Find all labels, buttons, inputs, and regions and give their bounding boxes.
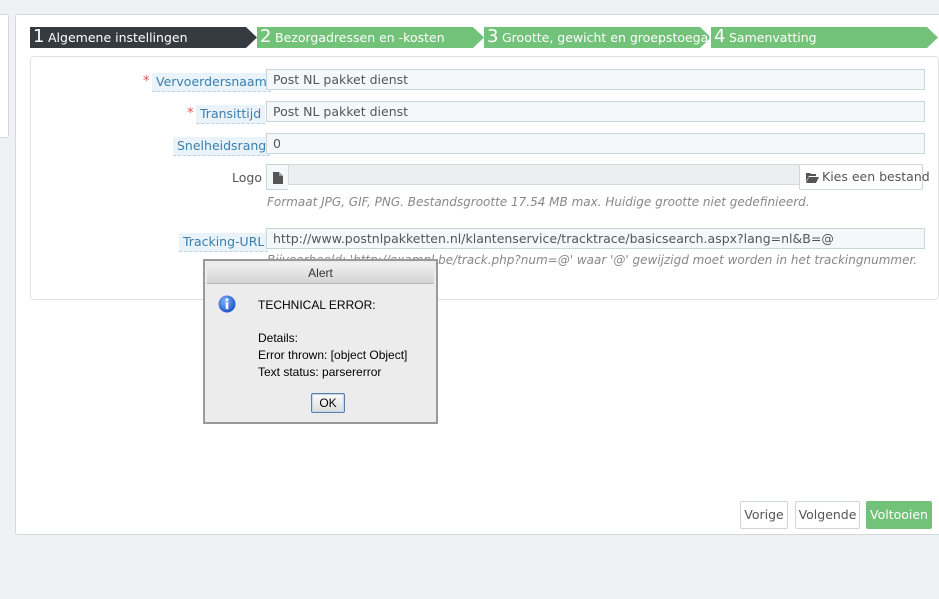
- step-number: 4: [714, 26, 726, 47]
- logo-file-field[interactable]: [288, 164, 800, 185]
- step-label: Bezorgadressen en -kosten: [275, 30, 445, 45]
- transit-time-input[interactable]: Post NL pakket dienst: [266, 101, 925, 122]
- tracking-url-input[interactable]: http://www.postnlpakketten.nl/klantenser…: [266, 228, 925, 249]
- previous-button[interactable]: Vorige: [740, 501, 788, 529]
- alert-error-line: Error thrown: [object Object]: [258, 348, 408, 362]
- alert-details-label: Details:: [258, 331, 299, 345]
- transit-time-label: Transittijd: [196, 105, 266, 124]
- required-marker: *: [187, 106, 194, 121]
- required-marker: *: [143, 74, 150, 89]
- choose-file-label: Kies een bestand: [822, 169, 930, 184]
- next-button[interactable]: Volgende: [795, 501, 860, 529]
- file-icon-box: [266, 164, 288, 190]
- side-panel-edge: [0, 14, 9, 138]
- step-label: Algemene instellingen: [48, 30, 188, 45]
- alert-ok-button[interactable]: OK: [311, 393, 345, 413]
- step-number: 2: [260, 26, 272, 47]
- speed-grade-label: Snelheidsrang: [173, 137, 271, 156]
- wizard-step-3[interactable]: 3 Grootte, gewicht en groepstoegang: [484, 26, 724, 48]
- finish-button[interactable]: Voltooien: [866, 501, 932, 529]
- alert-status-line: Text status: parsererror: [258, 365, 382, 379]
- wizard-step-1[interactable]: 1 Algemene instellingen: [30, 26, 259, 48]
- carrier-name-label: Vervoerdersnaam: [152, 73, 271, 92]
- wizard-step-4[interactable]: 4 Samenvatting: [711, 26, 939, 48]
- step-label: Grootte, gewicht en groepstoegang: [502, 30, 725, 45]
- carrier-name-input[interactable]: Post NL pakket dienst: [266, 69, 925, 90]
- logo-label: Logo: [232, 170, 262, 185]
- folder-open-icon: [806, 173, 819, 183]
- alert-heading: TECHNICAL ERROR:: [258, 298, 376, 312]
- speed-grade-input[interactable]: 0: [266, 133, 925, 154]
- step-label: Samenvatting: [729, 30, 817, 45]
- file-icon: [273, 172, 283, 184]
- step-number: 3: [487, 26, 499, 47]
- alert-title: Alert: [207, 263, 434, 284]
- wizard-steps: 1 Algemene instellingen 2 Bezorgadressen…: [30, 26, 939, 48]
- step-number: 1: [33, 26, 45, 47]
- choose-file-button[interactable]: Kies een bestand: [799, 164, 930, 190]
- logo-help-text: Formaat JPG, GIF, PNG. Bestandsgrootte 1…: [267, 195, 810, 209]
- info-icon: [218, 295, 236, 313]
- alert-dialog: Alert TECHNICAL ERROR: Details: Error th…: [203, 259, 438, 424]
- tracking-url-label: Tracking-URL: [179, 233, 269, 252]
- wizard-step-2[interactable]: 2 Bezorgadressen en -kosten: [257, 26, 486, 48]
